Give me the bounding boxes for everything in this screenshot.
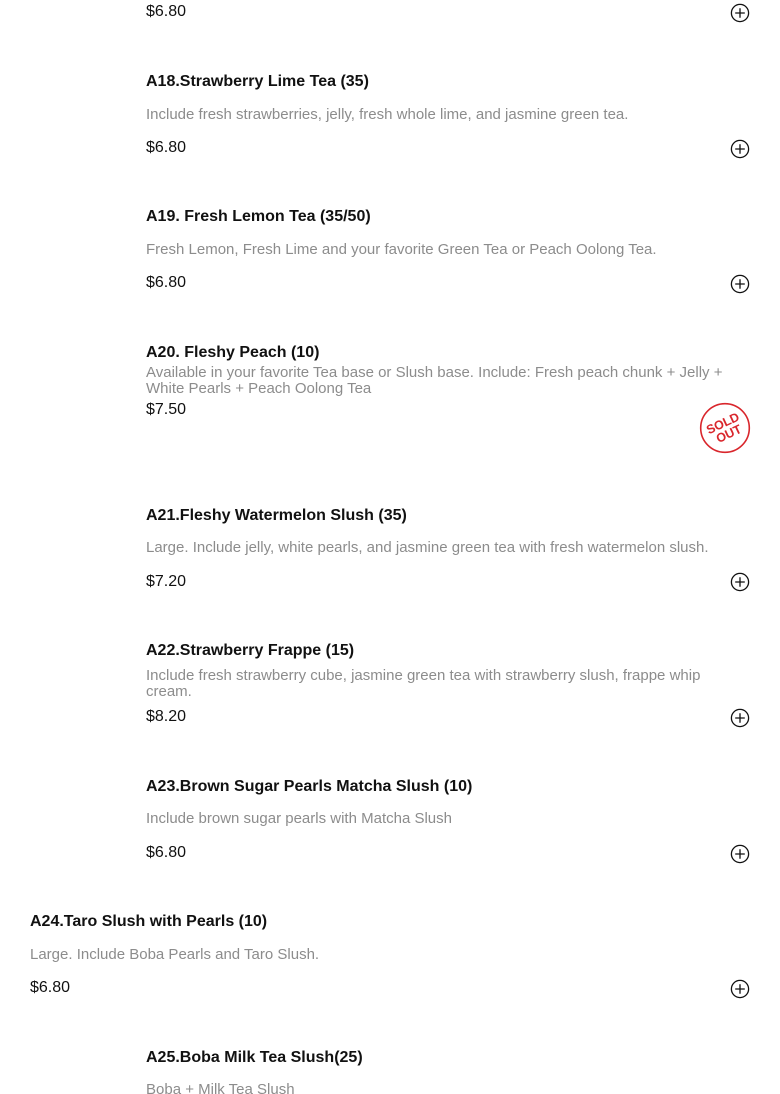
item-name: A25.Boba Milk Tea Slush(25) — [146, 1049, 363, 1066]
item-price: $6.80 — [30, 979, 71, 996]
item-description: Available in your favorite Tea base or S… — [146, 364, 723, 397]
item-name: A23.Brown Sugar Pearls Matcha Slush (10) — [146, 778, 473, 795]
add-to-cart-button[interactable] — [730, 139, 750, 159]
add-to-cart-button[interactable] — [730, 844, 750, 864]
item-description: Include brown sugar pearls with Matcha S… — [146, 810, 452, 827]
item-name: A22.Strawberry Frappe (15) — [146, 642, 355, 659]
plus-circle-icon — [730, 572, 750, 592]
plus-circle-icon — [730, 274, 750, 294]
add-to-cart-button[interactable] — [730, 274, 750, 294]
item-price: $6.80 — [146, 844, 187, 861]
item-description: Include fresh strawberries, jelly, fresh… — [146, 106, 629, 123]
plus-circle-icon — [730, 979, 750, 999]
plus-circle-icon — [730, 708, 750, 728]
plus-circle-icon — [730, 139, 750, 159]
item-name: A24.Taro Slush with Pearls (10) — [30, 913, 268, 930]
add-to-cart-button[interactable] — [730, 708, 750, 728]
item-description: Fresh Lemon, Fresh Lime and your favorit… — [146, 241, 657, 258]
add-to-cart-button[interactable] — [730, 3, 750, 23]
item-description: Large. Include Boba Pearls and Taro Slus… — [30, 946, 320, 963]
item-price: $6.80 — [146, 3, 187, 20]
add-to-cart-button[interactable] — [730, 979, 750, 999]
item-price: $7.20 — [146, 573, 187, 590]
plus-circle-icon — [730, 844, 750, 864]
item-description: Include fresh strawberry cube, jasmine g… — [146, 667, 701, 700]
item-description: Large. Include jelly, white pearls, and … — [146, 539, 709, 556]
menu-item-list: $6.80 A18.Strawberry Lime Tea (35) Inclu… — [0, 0, 780, 1094]
item-price: $6.80 — [146, 139, 187, 156]
add-to-cart-button[interactable] — [730, 572, 750, 592]
item-price: $6.80 — [146, 274, 187, 291]
item-name: A19. Fresh Lemon Tea (35/50) — [146, 208, 371, 225]
sold-out-badge: SOLD OUT — [699, 402, 751, 454]
plus-circle-icon — [730, 3, 750, 23]
item-description: Boba + Milk Tea Slush — [146, 1081, 295, 1094]
item-price: $8.20 — [146, 708, 187, 725]
item-name: A20. Fleshy Peach (10) — [146, 344, 320, 361]
item-price: $7.50 — [146, 401, 187, 418]
item-name: A18.Strawberry Lime Tea (35) — [146, 73, 369, 90]
item-name: A21.Fleshy Watermelon Slush (35) — [146, 507, 407, 524]
sold-out-stamp-icon: SOLD OUT — [699, 402, 751, 454]
